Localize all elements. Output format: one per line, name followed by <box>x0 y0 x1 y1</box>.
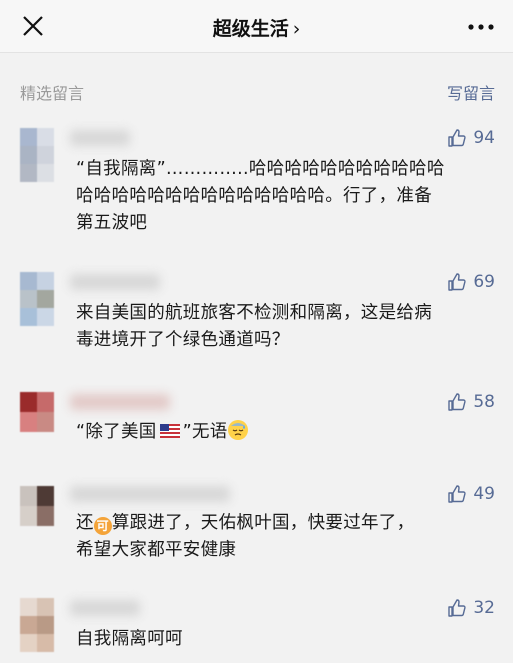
like-button[interactable]: 94 <box>447 128 495 148</box>
like-button[interactable]: 58 <box>447 392 495 412</box>
thumbs-up-icon <box>448 485 466 503</box>
comment-line: 毒进境开了个绿色通道吗？ <box>76 330 290 350</box>
comment-text: “自我隔离”…………..哈哈哈哈哈哈哈哈哈哈哈 哈哈哈哈哈哈哈哈哈哈哈哈哈哈。行… <box>76 156 496 237</box>
thumbs-up-icon <box>448 129 466 147</box>
like-count: 58 <box>473 392 495 412</box>
avatar[interactable] <box>20 272 54 326</box>
comment-line: “自我隔离”…………..哈哈哈哈哈哈哈哈哈哈哈 <box>76 159 445 179</box>
comment-line: 希望大家都平安健康 <box>76 540 237 560</box>
username-blurred <box>70 486 230 502</box>
write-comment-link[interactable]: 写留言 <box>447 80 495 104</box>
page-title-text: 超级生活 <box>212 18 289 40</box>
comment-line: 还可算跟进了，天佑枫叶国，快要过年了， <box>76 510 496 537</box>
comment-text-part: 算跟进了，天佑枫叶国，快要过年了， <box>111 513 415 533</box>
comment-text-part: 还 <box>76 513 94 533</box>
like-count: 32 <box>473 598 495 618</box>
like-button[interactable]: 49 <box>447 484 495 504</box>
us-flag-icon <box>159 424 180 438</box>
comment-line: 哈哈哈哈哈哈哈哈哈哈哈哈哈哈。行了，准备 <box>76 186 432 206</box>
comment-text: 来自美国的航班旅客不检测和隔离，这是给病 毒进境开了个绿色通道吗？ <box>76 300 496 354</box>
username-blurred <box>70 600 140 616</box>
more-icon[interactable] <box>467 23 495 31</box>
avatar[interactable] <box>20 486 54 526</box>
comment-text: 还可算跟进了，天佑枫叶国，快要过年了， 希望大家都平安健康 <box>76 510 496 564</box>
username-blurred <box>70 394 170 410</box>
like-count: 49 <box>473 484 495 504</box>
page-title[interactable]: 超级生活 › <box>0 14 513 41</box>
comment-line: 第五波吧 <box>76 213 148 233</box>
comment-text-part: “除了美国 <box>76 422 157 442</box>
comment-text: “除了美国 ”无语 <box>76 419 496 446</box>
like-button[interactable]: 32 <box>447 598 495 618</box>
coin-emoji-icon: 可 <box>93 517 112 535</box>
thumbs-up-icon <box>448 273 466 291</box>
comment-line: 自我隔离呵呵 <box>76 629 183 649</box>
thumbs-up-icon <box>448 393 466 411</box>
avatar[interactable] <box>20 128 54 182</box>
thumbs-up-icon <box>448 599 466 617</box>
username-blurred <box>70 130 130 146</box>
comment-line: 来自美国的航班旅客不检测和隔离，这是给病 <box>76 303 432 323</box>
like-count: 94 <box>473 128 495 148</box>
sweat-face-icon <box>227 420 248 440</box>
avatar[interactable] <box>20 392 54 432</box>
avatar[interactable] <box>20 598 54 652</box>
comment-text-part: ”无语 <box>182 422 228 442</box>
like-button[interactable]: 69 <box>447 272 495 292</box>
comment-text: 自我隔离呵呵 <box>76 626 496 653</box>
featured-comments-label: 精选留言 <box>20 84 85 103</box>
top-bar: 超级生活 › <box>0 0 513 53</box>
chevron-right-icon: › <box>292 18 301 40</box>
username-blurred <box>70 274 160 290</box>
like-count: 69 <box>473 272 495 292</box>
comments-section-header: 精选留言 写留言 <box>20 80 495 104</box>
